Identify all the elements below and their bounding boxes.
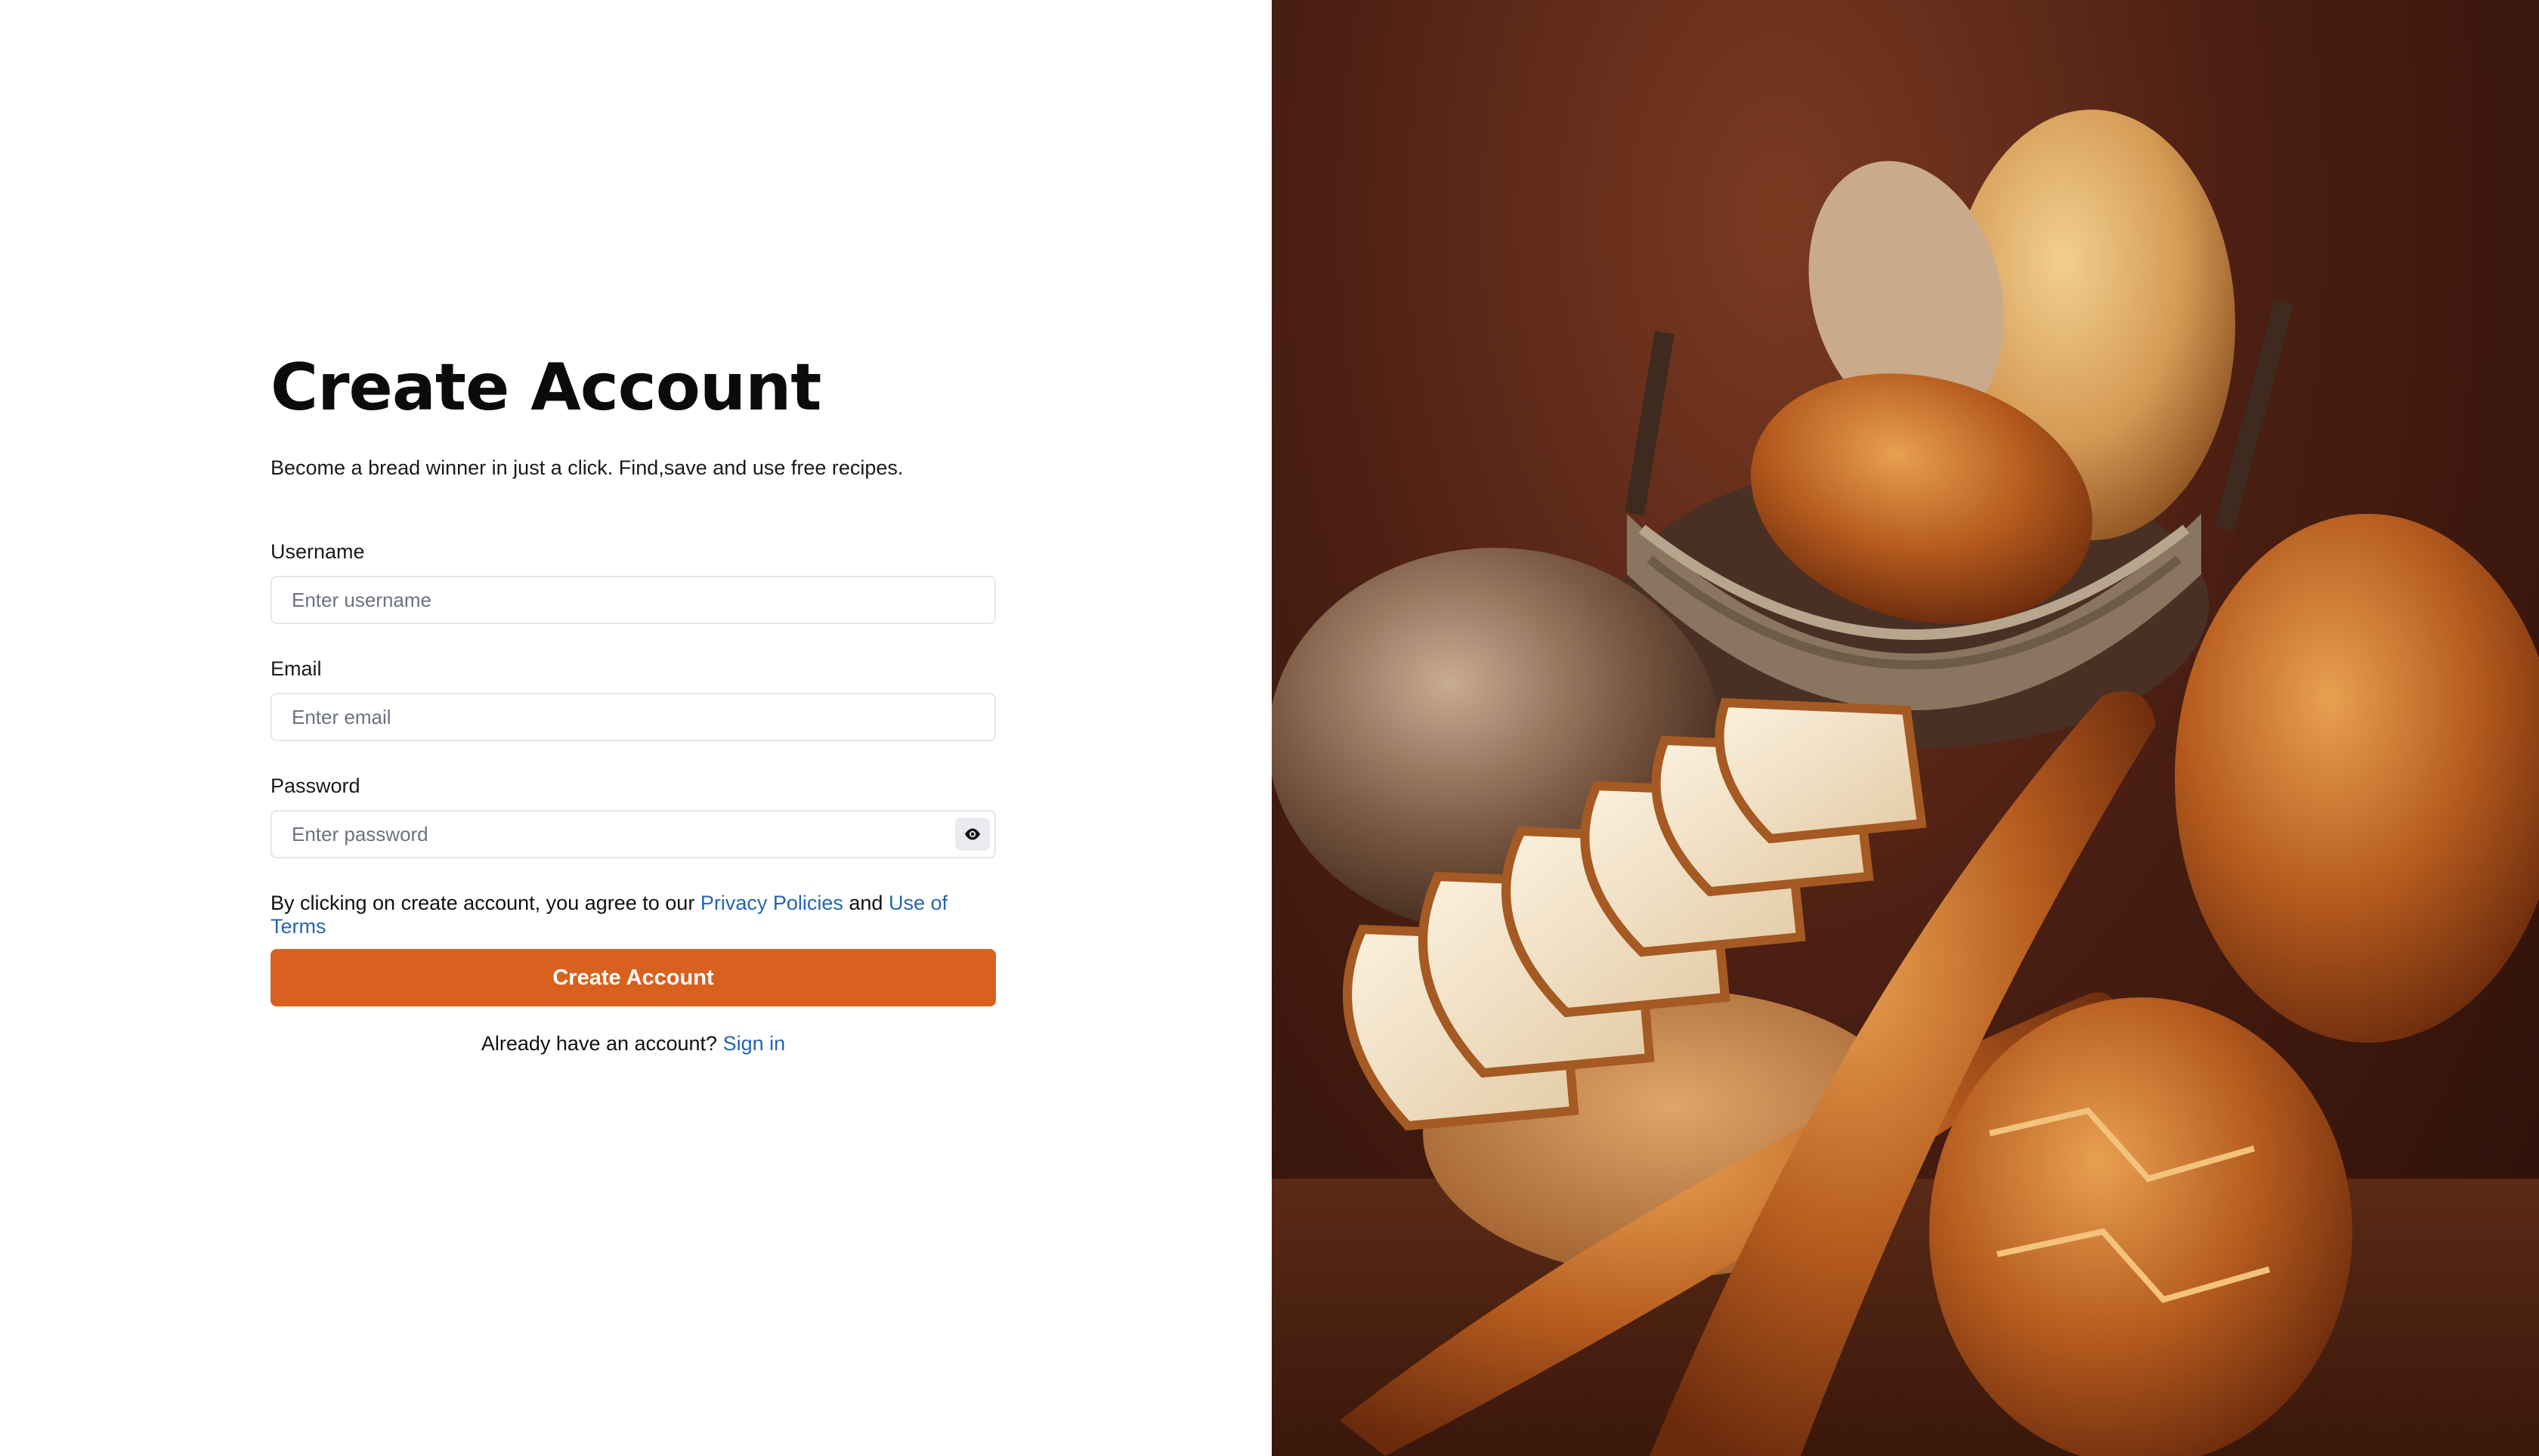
eye-icon <box>965 828 980 840</box>
form-panel: Create Account Become a bread winner in … <box>0 0 1272 1456</box>
signin-prompt-text: Already have an account? <box>481 1032 723 1055</box>
page-subtitle: Become a bread winner in just a click. F… <box>271 456 904 479</box>
create-account-form: Create Account Become a bread winner in … <box>271 355 996 1056</box>
bread-illustration <box>1272 110 2539 1456</box>
sign-in-link[interactable]: Sign in <box>723 1032 786 1055</box>
page-title: Create Account <box>271 350 821 425</box>
password-field-wrapper <box>271 810 996 858</box>
create-account-button[interactable]: Create Account <box>271 949 996 1006</box>
privacy-policies-link[interactable]: Privacy Policies <box>700 892 843 914</box>
terms-prefix: By clicking on create account, you agree… <box>271 892 700 914</box>
username-label: Username <box>271 540 365 563</box>
terms-conjunction: and <box>843 892 889 914</box>
password-input[interactable] <box>272 811 994 857</box>
password-visibility-toggle[interactable] <box>955 818 990 851</box>
terms-notice: By clicking on create account, you agree… <box>271 892 996 938</box>
password-label: Password <box>271 774 360 797</box>
email-input[interactable] <box>272 694 994 740</box>
email-label: Email <box>271 657 322 680</box>
bread-hero-image <box>1272 0 2539 1456</box>
username-input[interactable] <box>272 577 994 623</box>
signup-page: Create Account Become a bread winner in … <box>0 0 2539 1456</box>
email-field-wrapper <box>271 693 996 741</box>
signin-prompt: Already have an account? Sign in <box>271 1032 996 1056</box>
username-field-wrapper <box>271 576 996 624</box>
